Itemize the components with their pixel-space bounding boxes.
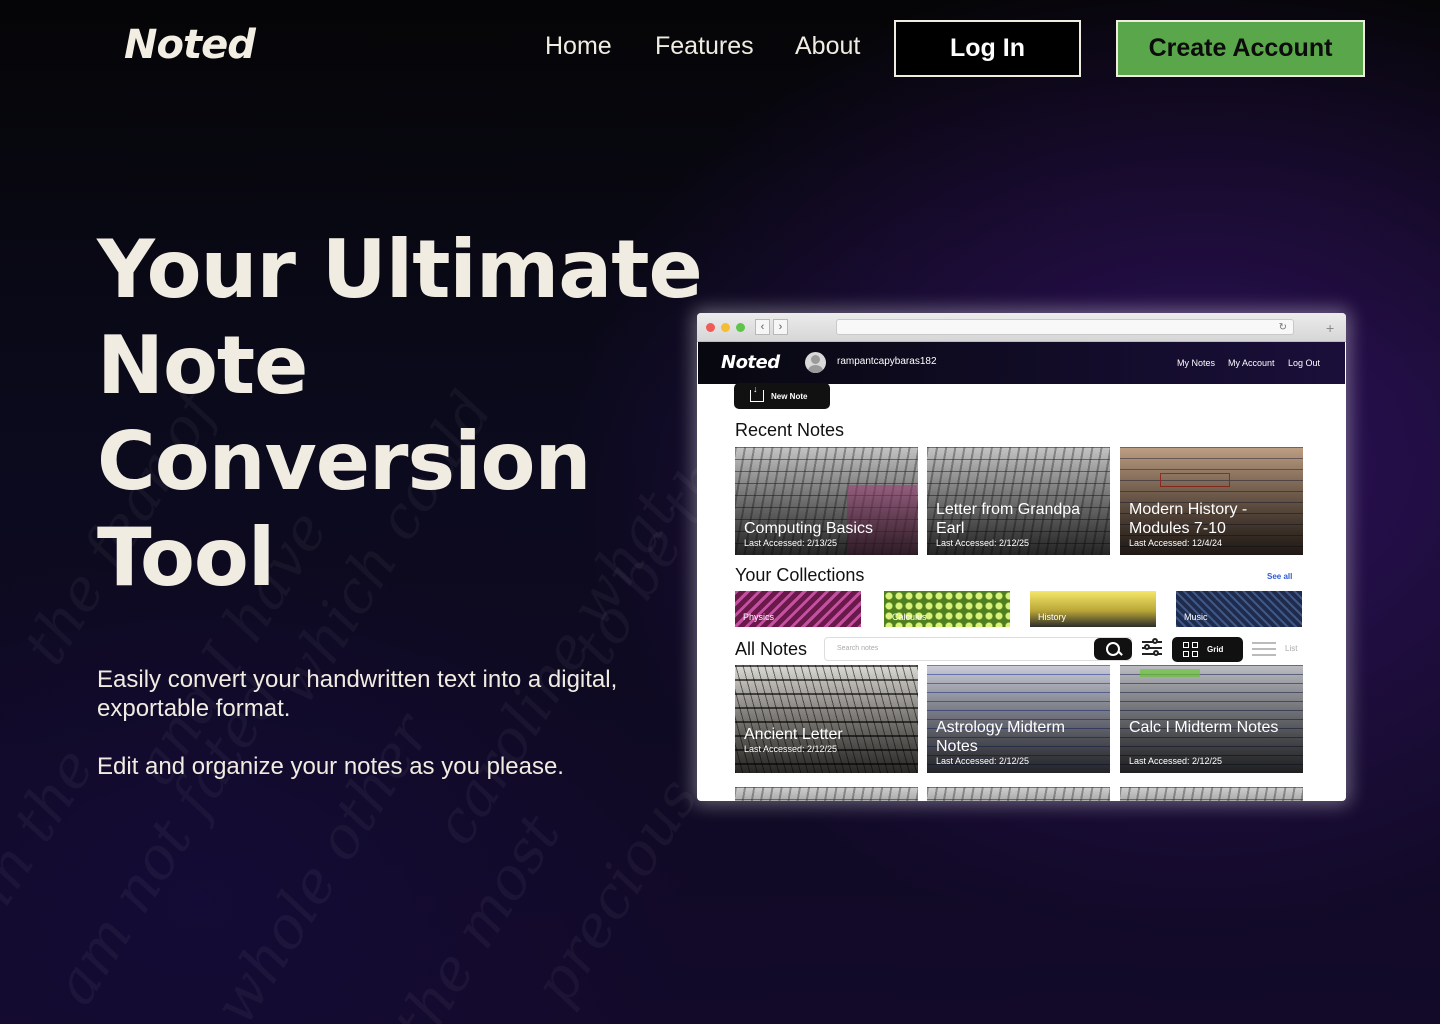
- mock-search-input: Search notes: [824, 637, 1132, 661]
- mock-app-header: Noted rampantcapybaras182 My Notes My Ac…: [698, 342, 1345, 384]
- brand-logo[interactable]: Noted: [124, 22, 256, 68]
- mock-my-account-link: My Account: [1228, 358, 1275, 368]
- mock-logout-link: Log Out: [1288, 358, 1321, 368]
- list-icon: [1252, 641, 1276, 657]
- mock-collection-label: Calculus: [892, 612, 927, 622]
- mock-collection-label: History: [1038, 612, 1067, 622]
- download-icon: [750, 384, 764, 402]
- filter-sliders-icon: [1142, 638, 1162, 658]
- mock-recent-heading: Recent Notes: [735, 420, 845, 440]
- mock-card-title: Ancient Letter: [744, 726, 843, 743]
- mock-collection-label: Music: [1184, 612, 1208, 622]
- mock-card-title: Letter from Grandpa Earl: [936, 501, 1081, 537]
- mock-card-date: Last Accessed: 2/12/25: [1129, 756, 1223, 766]
- mock-note-card: Calc I Midterm Notes Last Accessed: 2/12…: [1120, 665, 1303, 773]
- mock-grid-label: Grid: [1207, 645, 1224, 654]
- hero-title-line: Your Ultimate: [97, 223, 703, 316]
- mock-logo: Noted: [721, 352, 780, 373]
- address-bar: ↻: [836, 319, 1294, 335]
- mock-card-date: Last Accessed: 12/4/24: [1129, 538, 1223, 548]
- mock-collection-tile: Physics: [735, 591, 861, 627]
- hero-subdescription: Edit and organize your notes as you plea…: [97, 753, 564, 780]
- mock-recent-card: Computing Basics Last Accessed: 2/13/25: [735, 447, 918, 555]
- mock-card-date: Last Accessed: 2/12/25: [744, 744, 838, 754]
- mock-collection-tile: Calculus: [884, 591, 1010, 627]
- mock-note-card-partial: [927, 787, 1110, 801]
- reload-icon: ↻: [1278, 322, 1287, 333]
- new-tab-icon: +: [1326, 320, 1335, 336]
- mock-collections-heading: Your Collections: [735, 565, 865, 585]
- hero-title-line: Note: [97, 319, 308, 412]
- hero-description: Easily convert your handwritten text int…: [97, 666, 618, 722]
- hero-title-line: Tool: [97, 511, 275, 604]
- mock-card-date: Last Accessed: 2/13/25: [744, 538, 838, 548]
- mock-collection-tile: History: [1030, 591, 1156, 627]
- mock-note-card-partial: [1120, 787, 1303, 801]
- mock-collection-label: Physics: [743, 612, 775, 622]
- mock-card-date: Last Accessed: 2/12/25: [936, 538, 1030, 548]
- top-nav: Noted Home Features About Log In Create …: [0, 0, 1440, 96]
- browser-chrome: ‹ › ↻ +: [697, 313, 1346, 342]
- hero-title: Your Ultimate Note Conversion Tool: [97, 222, 703, 606]
- app-screenshot-mockup: ‹ › ↻ + Noted rampantcapybaras182 My Not…: [697, 313, 1346, 801]
- mock-note-card: Astrology Midterm Notes Last Accessed: 2…: [927, 665, 1110, 773]
- nav-about-link[interactable]: About: [795, 32, 860, 61]
- forward-arrow-icon: ›: [773, 319, 788, 335]
- mock-grid-view-button: Grid: [1172, 637, 1243, 662]
- mock-new-note-button: New Note: [734, 383, 830, 409]
- nav-features-link[interactable]: Features: [655, 32, 754, 61]
- mock-username: rampantcapybaras182: [837, 356, 937, 367]
- mock-card-date: Last Accessed: 2/12/25: [936, 756, 1030, 766]
- close-dot-icon: [706, 323, 715, 332]
- mock-see-all-link: See all: [1267, 572, 1293, 581]
- search-icon: [1094, 638, 1132, 660]
- maximize-dot-icon: [736, 323, 745, 332]
- grid-icon: [1183, 642, 1198, 657]
- hero-title-line: Conversion: [97, 415, 591, 508]
- mock-my-notes-link: My Notes: [1177, 358, 1216, 368]
- mock-recent-card: Modern History - Modules 7-10 Last Acces…: [1120, 447, 1303, 555]
- nav-home-link[interactable]: Home: [545, 32, 612, 61]
- mock-card-title: Astrology Midterm Notes: [936, 719, 1065, 755]
- mock-collection-tile: Music: [1176, 591, 1302, 627]
- mock-card-title: Calc I Midterm Notes: [1129, 719, 1279, 736]
- mock-note-card: Ancient Letter Last Accessed: 2/12/25: [735, 665, 918, 773]
- avatar: [805, 352, 826, 373]
- mock-all-notes-heading: All Notes: [735, 639, 808, 659]
- back-arrow-icon: ‹: [755, 319, 770, 335]
- mock-new-note-label: New Note: [771, 391, 808, 401]
- mock-list-label: List: [1285, 644, 1298, 653]
- mock-card-title: Computing Basics: [744, 520, 873, 537]
- minimize-dot-icon: [721, 323, 730, 332]
- mock-card-title: Modern History - Modules 7-10: [1129, 501, 1248, 537]
- mock-recent-card: Letter from Grandpa Earl Last Accessed: …: [927, 447, 1110, 555]
- login-button[interactable]: Log In: [894, 20, 1081, 77]
- mock-note-card-partial: [735, 787, 918, 801]
- create-account-button[interactable]: Create Account: [1116, 20, 1365, 77]
